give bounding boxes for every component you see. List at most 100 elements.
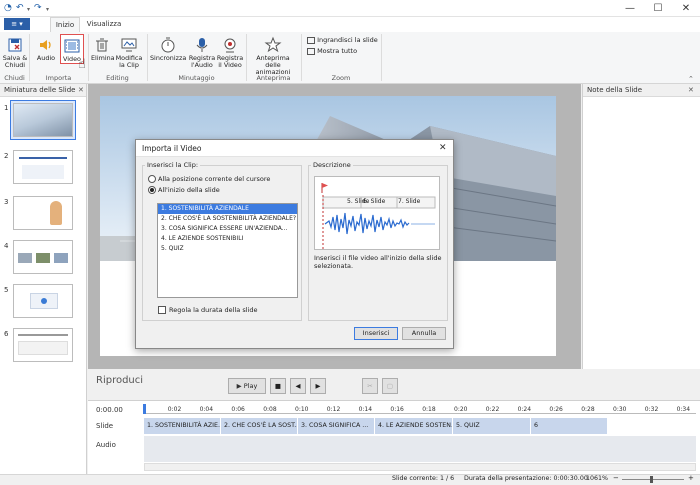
zoom-in-icon[interactable]: +	[688, 474, 694, 482]
timeline-tick-label: 0:12	[326, 406, 341, 413]
redo-icon[interactable]: ↷	[34, 3, 42, 13]
save-close-label: Salva & Chiudi	[2, 54, 28, 69]
adjust-duration-checkbox[interactable]	[158, 306, 166, 314]
thumb-number: 4	[4, 242, 9, 250]
slide-thumbnail[interactable]	[13, 240, 73, 274]
show-all-button[interactable]: Mostra tutto	[307, 47, 357, 56]
play-button[interactable]: ▶ Play	[228, 378, 266, 394]
close-window-button[interactable]: ✕	[672, 0, 700, 17]
timeline-tick-label: 0:32	[644, 406, 659, 413]
sync-button[interactable]: Sincronizza	[150, 36, 186, 62]
customize-qat-icon[interactable]: ▾	[46, 5, 49, 15]
dialog-close-icon[interactable]: ✕	[439, 143, 447, 153]
menu-icon: ≡	[11, 20, 18, 28]
zoom-slider-thumb[interactable]	[650, 476, 653, 483]
timeline-tick-label: 0:34	[676, 406, 691, 413]
playhead-marker[interactable]	[143, 404, 146, 414]
audio-track-label: Audio	[96, 441, 116, 449]
timeline-slide-segment[interactable]: 4. LE AZIENDE SOSTEN...	[375, 418, 453, 434]
preview-animations-button[interactable]: Anteprima delle animazioni	[248, 36, 298, 76]
slide-thumbnail[interactable]	[13, 196, 73, 230]
radio-slide-start[interactable]	[148, 186, 156, 194]
slide-thumbnail[interactable]	[13, 328, 73, 362]
group-close-label: Chiudi	[4, 74, 25, 82]
thumb-number: 1	[4, 104, 9, 112]
file-menu-button[interactable]: ≡ ▾	[4, 18, 30, 30]
timeline-tick-label: 0:06	[231, 406, 245, 413]
disabled-button[interactable]: ✂	[362, 378, 378, 394]
thumb-number: 3	[4, 198, 9, 206]
thumb-number: 6	[4, 330, 9, 338]
close-notes-icon[interactable]: ✕	[688, 86, 694, 94]
enlarge-icon	[307, 36, 315, 44]
zoom-slider[interactable]	[622, 479, 684, 480]
timeline-slide-segment[interactable]: 3. COSA SIGNIFICA ...	[298, 418, 375, 434]
undo-dropdown-icon[interactable]: ▾	[27, 5, 30, 15]
save-close-icon	[8, 38, 22, 52]
slide-track-label: Slide	[96, 422, 114, 430]
collapse-ribbon-icon[interactable]: ⌃	[688, 75, 694, 83]
maximize-button[interactable]: ☐	[644, 0, 672, 17]
timeline-slide-segment[interactable]: 5. QUIZ	[453, 418, 531, 434]
audio-track[interactable]	[144, 436, 696, 462]
status-duration: Durata della presentazione: 0:00:30.00	[464, 475, 588, 482]
group-zoom-label: Zoom	[331, 74, 351, 82]
timeline-scrollbar[interactable]	[144, 463, 696, 471]
minimize-button[interactable]: —	[616, 0, 644, 17]
timeline-tick-label: 0:16	[390, 406, 404, 413]
radio-cursor-label: Alla posizione corrente del cursore	[158, 175, 271, 183]
record-video-button[interactable]: Registra il Video	[216, 36, 244, 69]
audio-button[interactable]: Audio	[34, 36, 58, 62]
list-item[interactable]: 2. CHE COS'È LA SOSTENIBILITÀ AZIENDALE?	[158, 214, 297, 224]
thumb-number: 2	[4, 152, 9, 160]
arrow-left-icon: ◀	[295, 382, 301, 390]
insert-clip-group-label: Inserisci la Clip:	[145, 161, 201, 169]
slide-thumbnail[interactable]	[13, 103, 73, 137]
timeline-tick-label: 0:08	[263, 406, 277, 413]
timeline-tick-label: 0:24	[517, 406, 532, 413]
list-item[interactable]: 4. LE AZIENDE SOSTENIBILI	[158, 234, 297, 244]
radio-slide-start-label: All'inizio della slide	[158, 186, 220, 194]
list-item[interactable]: 5. QUIZ	[158, 244, 297, 254]
undo-icon[interactable]: ↶	[16, 3, 24, 13]
description-preview	[314, 176, 440, 250]
adjust-duration-label: Regola la durata della slide	[169, 306, 258, 314]
timeline-slide-segment[interactable]: 1. SOSTENIBILITÀ AZIE...	[144, 418, 221, 434]
record-audio-button[interactable]: Registra l'Audio	[188, 36, 216, 69]
insert-button[interactable]: Inserisci	[354, 327, 398, 340]
next-button[interactable]: ▶	[310, 378, 326, 394]
zoom-out-icon[interactable]: −	[613, 474, 619, 482]
slide-thumbnail[interactable]	[13, 284, 73, 318]
edit-clip-label: Modifica la Clip	[115, 54, 143, 69]
radio-cursor-position[interactable]	[148, 175, 156, 183]
previous-button[interactable]: ◀	[290, 378, 306, 394]
list-item[interactable]: 3. COSA SIGNIFICA ESSERE UN'AZIENDA...	[158, 224, 297, 234]
list-item[interactable]: 1. SOSTENIBILITÀ AZIENDALE	[158, 204, 297, 214]
stop-button[interactable]: ■	[270, 378, 286, 394]
enlarge-label: Ingrandisci la slide	[317, 36, 378, 44]
slide-thumbnail[interactable]	[13, 150, 73, 184]
delete-button[interactable]: Elimina	[91, 36, 115, 62]
cancel-button[interactable]: Annulla	[402, 327, 446, 340]
slide-listbox[interactable]: 1. SOSTENIBILITÀ AZIENDALE 2. CHE COS'È …	[157, 203, 298, 298]
arrow-right-icon: ▶	[315, 382, 321, 390]
frame-icon: ▢	[386, 382, 394, 390]
tab-view[interactable]: Visualizza	[84, 17, 124, 32]
title-bar	[0, 0, 700, 17]
edit-clip-button[interactable]: Modifica la Clip	[115, 36, 143, 69]
group-import-label: Importa	[45, 74, 72, 82]
record-video-label: Registra il Video	[216, 54, 244, 69]
timeline-slide-segment[interactable]: 2. CHE COS'È LA SOST...	[221, 418, 298, 434]
disabled-button[interactable]: ▢	[382, 378, 398, 394]
playback-title: Riproduci	[96, 375, 144, 386]
notes-textarea[interactable]	[584, 98, 698, 366]
enlarge-slide-button[interactable]: Ingrandisci la slide	[307, 36, 378, 45]
timeline-slide-segment[interactable]: 6	[531, 418, 608, 434]
show-all-label: Mostra tutto	[317, 47, 358, 55]
close-panel-icon[interactable]: ✕	[78, 86, 84, 94]
ribbon-separator	[381, 34, 382, 81]
timeline-tick-label: 0:30	[613, 406, 627, 413]
timeline-tick-label: 0:18	[422, 406, 436, 413]
save-close-button[interactable]: Salva & Chiudi	[2, 36, 28, 69]
tab-home[interactable]: Inizio	[50, 17, 80, 32]
